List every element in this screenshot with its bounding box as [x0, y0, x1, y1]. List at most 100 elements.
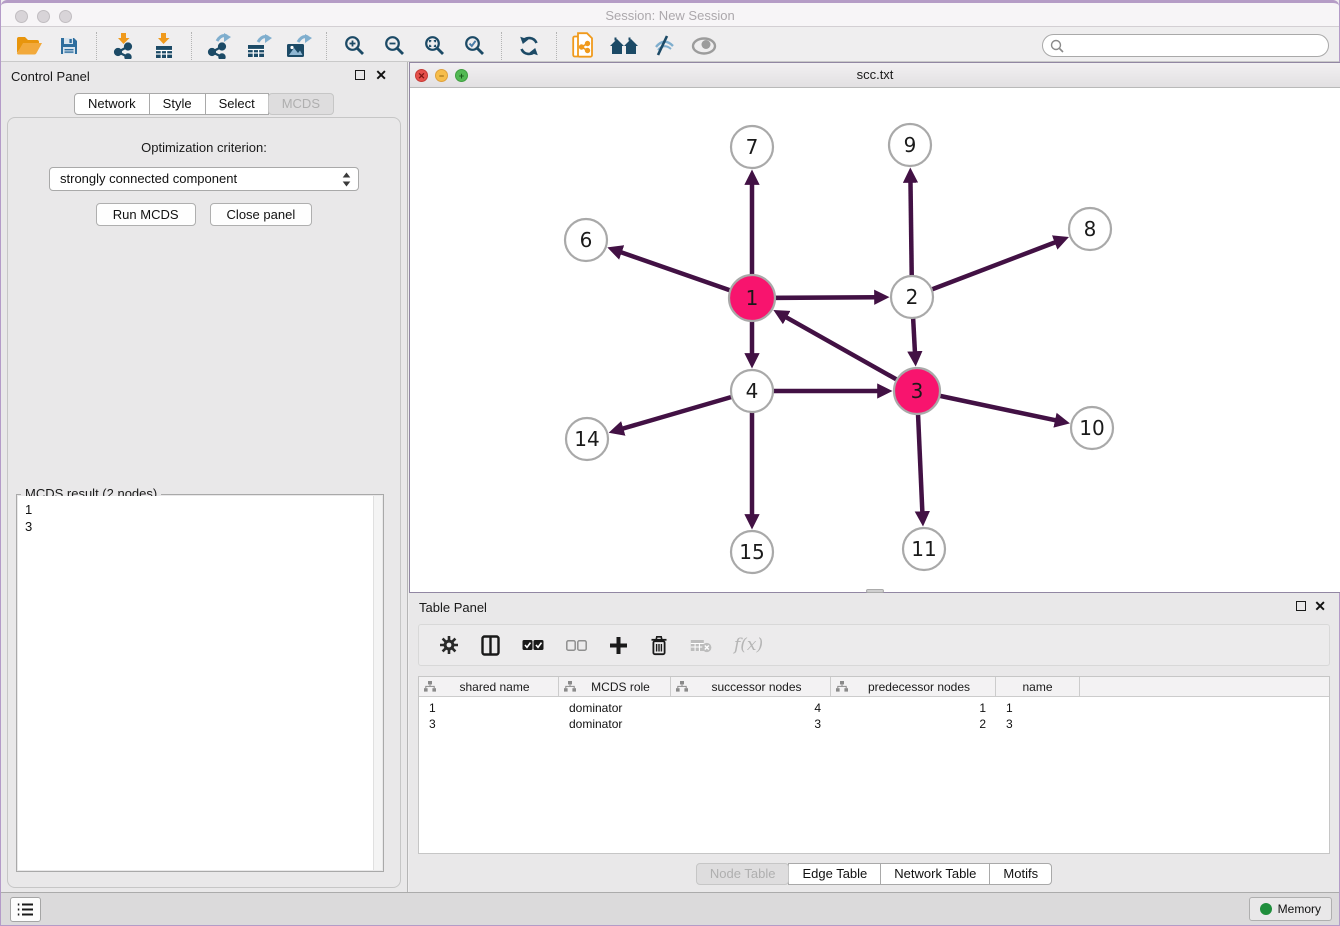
export-table-icon[interactable]	[239, 31, 279, 61]
optimization-value: strongly connected component	[60, 171, 237, 186]
search-icon	[1050, 39, 1064, 53]
node-14[interactable]: 14	[566, 418, 608, 460]
show-panel-icon[interactable]	[684, 31, 724, 61]
node-1[interactable]: 1	[729, 275, 775, 321]
table-row[interactable]: 3dominator323	[419, 716, 1329, 732]
zoom-in-icon[interactable]	[334, 31, 374, 61]
node-table-body: 1dominator4113dominator323	[419, 697, 1329, 732]
open-file-icon[interactable]	[9, 31, 49, 61]
node-15[interactable]: 15	[731, 531, 773, 573]
hierarchy-icon	[676, 681, 688, 692]
network-window-titlebar[interactable]: ✕ − + scc.txt	[410, 63, 1340, 88]
add-column-icon[interactable]	[609, 636, 628, 655]
tab-mcds[interactable]: MCDS	[268, 93, 334, 115]
svg-text:7: 7	[746, 135, 759, 159]
run-mcds-button[interactable]: Run MCDS	[96, 203, 196, 226]
node-10[interactable]: 10	[1071, 407, 1113, 449]
column-header-name[interactable]: name	[996, 677, 1080, 696]
table-panel: Table Panel ✕ f(x) shared nameMCDS roles…	[409, 593, 1339, 892]
tab-network[interactable]: Network	[74, 93, 150, 115]
edge-2-8[interactable]	[912, 241, 1058, 297]
memory-label: Memory	[1278, 902, 1321, 916]
apply-layout-icon[interactable]	[509, 31, 549, 61]
node-4[interactable]: 4	[731, 370, 773, 412]
toolbar-separator	[556, 32, 557, 60]
node-9[interactable]: 9	[889, 124, 931, 166]
toolbar-separator	[191, 32, 192, 60]
export-image-icon[interactable]	[279, 31, 319, 61]
import-table-icon[interactable]	[144, 31, 184, 61]
clone-network-icon[interactable]	[564, 31, 604, 61]
svg-text:10: 10	[1079, 416, 1104, 440]
node-2[interactable]: 2	[891, 276, 933, 318]
hierarchy-icon	[424, 681, 436, 692]
node-table-header: shared nameMCDS rolesuccessor nodesprede…	[419, 677, 1329, 697]
table-row[interactable]: 1dominator411	[419, 700, 1329, 716]
tab-edge-table[interactable]: Edge Table	[788, 863, 881, 885]
mcds-result-text[interactable]: 13	[18, 496, 382, 870]
column-settings-icon[interactable]	[481, 635, 500, 656]
svg-text:2: 2	[906, 285, 919, 309]
control-panel-header: Control Panel ✕	[1, 62, 407, 90]
tab-style[interactable]: Style	[149, 93, 206, 115]
svg-text:9: 9	[904, 133, 917, 157]
svg-text:11: 11	[911, 537, 936, 561]
table-cell: 1	[996, 700, 1080, 716]
search-input[interactable]	[1064, 39, 1328, 53]
tab-select[interactable]: Select	[205, 93, 269, 115]
table-cell: 1	[419, 700, 559, 716]
import-network-icon[interactable]	[104, 31, 144, 61]
column-header-MCDS-role[interactable]: MCDS role	[559, 677, 671, 696]
search-box	[1042, 34, 1329, 57]
select-all-icon[interactable]	[522, 639, 544, 651]
column-header-shared-name[interactable]: shared name	[419, 677, 559, 696]
optimization-select[interactable]: strongly connected component	[49, 167, 359, 191]
toolbar-separator	[326, 32, 327, 60]
svg-text:6: 6	[580, 228, 593, 252]
result-line: 1	[25, 501, 375, 518]
node-11[interactable]: 11	[903, 528, 945, 570]
svg-text:1: 1	[746, 286, 759, 310]
node-8[interactable]: 8	[1069, 208, 1111, 250]
home-icon[interactable]	[604, 31, 644, 61]
gear-icon[interactable]	[439, 635, 459, 655]
task-history-button[interactable]	[10, 897, 41, 922]
svg-text:8: 8	[1084, 217, 1097, 241]
deselect-all-icon[interactable]	[566, 640, 587, 651]
close-panel-icon[interactable]: ✕	[375, 67, 387, 83]
zoom-fit-icon[interactable]	[414, 31, 454, 61]
float-panel-icon[interactable]	[355, 70, 365, 80]
toolbar-separator	[501, 32, 502, 60]
hide-panel-icon[interactable]	[644, 31, 684, 61]
close-table-panel-icon[interactable]: ✕	[1314, 598, 1326, 614]
function-builder-icon[interactable]: f(x)	[734, 635, 763, 655]
table-cell: dominator	[559, 700, 671, 716]
column-header-predecessor-nodes[interactable]: predecessor nodes	[831, 677, 996, 696]
delete-column-icon[interactable]	[650, 635, 668, 656]
list-icon	[17, 902, 34, 917]
status-bar: Memory	[1, 892, 1339, 925]
close-panel-button[interactable]: Close panel	[210, 203, 313, 226]
node-table: shared nameMCDS rolesuccessor nodesprede…	[418, 676, 1330, 854]
zoom-out-icon[interactable]	[374, 31, 414, 61]
result-scrollbar[interactable]	[373, 496, 382, 870]
tab-network-table[interactable]: Network Table	[880, 863, 990, 885]
memory-button[interactable]: Memory	[1249, 897, 1332, 921]
mcds-result-group: MCDS result (2 nodes) 13	[16, 494, 384, 872]
svg-text:3: 3	[911, 379, 924, 403]
zoom-selected-icon[interactable]	[454, 31, 494, 61]
float-table-panel-icon[interactable]	[1296, 601, 1306, 611]
tab-motifs[interactable]: Motifs	[989, 863, 1052, 885]
node-6[interactable]: 6	[565, 219, 607, 261]
node-3[interactable]: 3	[894, 368, 940, 414]
tab-node-table[interactable]: Node Table	[696, 863, 790, 885]
save-session-icon[interactable]	[49, 31, 89, 61]
table-panel-title: Table Panel	[419, 600, 487, 615]
optimization-label: Optimization criterion:	[8, 140, 400, 155]
table-cell: 2	[831, 716, 996, 732]
export-network-icon[interactable]	[199, 31, 239, 61]
column-header-successor-nodes[interactable]: successor nodes	[671, 677, 831, 696]
network-canvas[interactable]: 7 9 6 8 1 2 4 3 14 10 15 11	[410, 89, 1340, 592]
delete-table-icon[interactable]	[690, 638, 712, 653]
node-7[interactable]: 7	[731, 126, 773, 168]
